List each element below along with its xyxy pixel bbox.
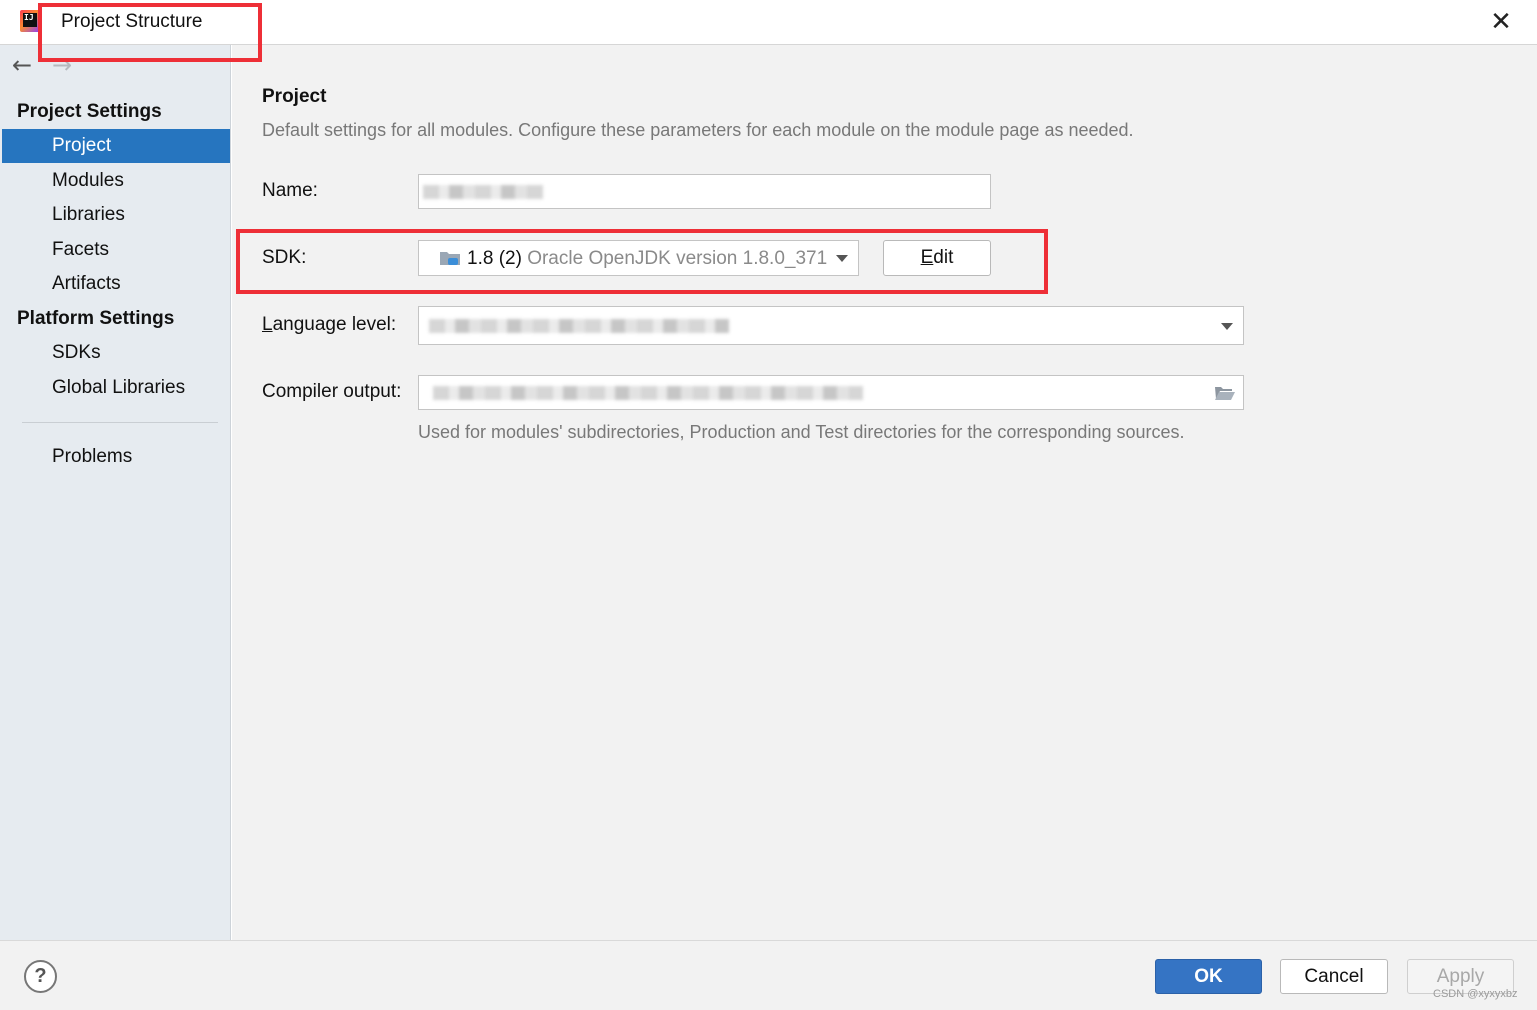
chevron-down-icon <box>836 255 848 262</box>
cancel-button[interactable]: Cancel <box>1280 959 1388 994</box>
sidebar-item-global-libraries[interactable]: Global Libraries <box>2 371 230 405</box>
sdk-edit-button[interactable]: Edit <box>883 240 991 276</box>
ok-button[interactable]: OK <box>1155 959 1262 994</box>
sdk-label: SDK: <box>262 247 307 268</box>
redacted-value <box>433 386 863 400</box>
sidebar: ← → Project Settings Project Modules Lib… <box>0 45 231 940</box>
folder-open-icon[interactable] <box>1214 385 1236 401</box>
close-icon[interactable]: ✕ <box>1487 9 1515 37</box>
sdk-dropdown[interactable]: 1.8 (2) Oracle OpenJDK version 1.8.0_371 <box>418 240 859 276</box>
compiler-output-hint: Used for modules' subdirectories, Produc… <box>418 422 1185 442</box>
watermark: CSDN @xyxyxbz <box>1433 988 1518 1000</box>
language-level-label: Language level: <box>262 314 397 335</box>
compiler-output-label: Compiler output: <box>262 381 402 402</box>
help-button[interactable]: ? <box>24 960 57 993</box>
sdk-version: 1.8 (2) <box>467 248 522 269</box>
main-panel: Project Default settings for all modules… <box>232 45 1537 940</box>
jdk-folder-icon <box>440 252 460 265</box>
sidebar-item-libraries[interactable]: Libraries <box>2 198 230 232</box>
page-title: Project <box>262 86 327 107</box>
sidebar-item-project[interactable]: Project <box>2 129 230 163</box>
redacted-value <box>429 319 729 333</box>
compiler-output-input[interactable] <box>418 375 1244 410</box>
forward-arrow-icon[interactable]: → <box>52 53 72 77</box>
language-level-dropdown[interactable] <box>418 306 1244 345</box>
sdk-detail: Oracle OpenJDK version 1.8.0_371 <box>527 248 828 269</box>
window-title: Project Structure <box>61 11 203 32</box>
sidebar-divider <box>22 422 218 423</box>
dialog-footer: ? OK Cancel Apply CSDN @xyxyxbz <box>0 940 1537 1010</box>
sidebar-item-artifacts[interactable]: Artifacts <box>2 267 230 301</box>
title-bar: IJ Project Structure ✕ <box>0 0 1537 45</box>
sidebar-item-problems[interactable]: Problems <box>2 440 230 474</box>
sidebar-item-modules[interactable]: Modules <box>2 164 230 198</box>
redacted-value <box>423 185 543 199</box>
chevron-down-icon <box>1221 323 1233 330</box>
back-arrow-icon[interactable]: ← <box>12 53 32 77</box>
name-label: Name: <box>262 180 318 201</box>
name-input[interactable] <box>418 174 991 209</box>
intellij-idea-icon: IJ <box>20 10 40 32</box>
sidebar-item-facets[interactable]: Facets <box>2 233 230 267</box>
section-header-platform-settings: Platform Settings <box>17 308 175 329</box>
section-header-project-settings: Project Settings <box>17 101 162 122</box>
sidebar-item-sdks[interactable]: SDKs <box>2 336 230 370</box>
page-description: Default settings for all modules. Config… <box>262 120 1134 140</box>
